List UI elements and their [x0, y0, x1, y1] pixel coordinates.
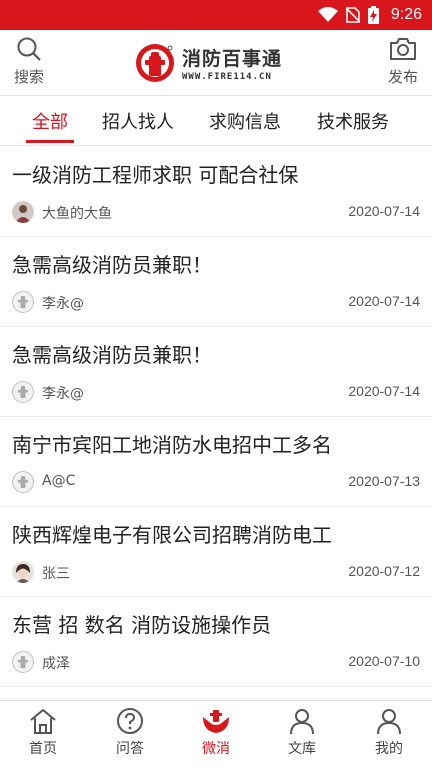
- publish-label: 发布: [387, 68, 418, 86]
- list-item[interactable]: 急需高级消防员兼职！ 李永@ 2020-07-14: [0, 237, 432, 327]
- logo-url: WWW.FIRE114.CN: [182, 72, 272, 82]
- default-avatar-icon: [12, 381, 34, 403]
- person-icon: [290, 709, 314, 735]
- clock: 9:26: [390, 6, 422, 23]
- list-item[interactable]: 一级消防工程师求职 可配合社保 大鱼的大鱼 2020-07-14: [0, 147, 432, 237]
- logo-title: 消防百事通: [182, 48, 283, 70]
- post-title: 急需高级消防员兼职！: [12, 343, 212, 367]
- nav-weixiao-label: 微消: [202, 741, 230, 757]
- post-title: 急需高级消防员兼职！: [12, 253, 212, 277]
- battery-charging-icon: [367, 6, 379, 24]
- list-item[interactable]: 急需高级消防员兼职！ 李永@ 2020-07-14: [0, 327, 432, 417]
- category-tabs: 全部 招人找人 求购信息 技术服务: [0, 96, 432, 146]
- list-item[interactable]: 东营 招 数名 消防设施操作员 成泽 2020-07-10: [0, 597, 432, 687]
- nav-weixiao[interactable]: 微消: [181, 707, 251, 758]
- post-date: 2020-07-12: [348, 563, 420, 579]
- bottom-nav: 首页 问答 微消 文库 我的: [0, 700, 432, 768]
- nav-library[interactable]: 文库: [267, 707, 337, 758]
- post-title: 南宁市宾阳工地消防水电招中工多名: [12, 433, 332, 457]
- publish-button[interactable]: 发布: [378, 36, 428, 92]
- avatar: [12, 561, 34, 583]
- active-tab-indicator: [26, 140, 74, 143]
- wifi-icon: [317, 7, 338, 22]
- post-author: 张三: [42, 566, 70, 582]
- post-date: 2020-07-13: [348, 473, 420, 489]
- search-icon: [17, 37, 41, 61]
- no-sim-icon: [345, 7, 360, 23]
- post-title: 一级消防工程师求职 可配合社保: [12, 163, 299, 187]
- question-icon: [117, 708, 143, 734]
- home-icon: [30, 709, 56, 734]
- hands-icon: [203, 710, 229, 733]
- post-title: 东营 招 数名 消防设施操作员: [12, 613, 272, 637]
- post-date: 2020-07-10: [348, 653, 420, 669]
- list-item[interactable]: 南宁市宾阳工地消防水电招中工多名 A@C 2020-07-13: [0, 417, 432, 507]
- top-header: 搜索 消防百事通 WWW.FIRE114.CN 发布: [0, 30, 432, 96]
- post-title: 陕西辉煌电子有限公司招聘消防电工: [12, 523, 332, 547]
- post-author: 成泽: [42, 656, 70, 672]
- nav-mine[interactable]: 我的: [354, 707, 424, 758]
- camera-icon: [390, 38, 416, 60]
- fire-hydrant-logo-icon: [136, 44, 174, 82]
- default-avatar-icon: [12, 471, 34, 493]
- nav-qa[interactable]: 问答: [95, 707, 165, 758]
- tab-recruit[interactable]: 招人找人: [102, 108, 174, 134]
- post-date: 2020-07-14: [348, 293, 420, 309]
- nav-home[interactable]: 首页: [8, 707, 78, 758]
- post-date: 2020-07-14: [348, 383, 420, 399]
- nav-library-label: 文库: [288, 741, 316, 757]
- default-avatar-icon: [12, 291, 34, 313]
- tab-purchase[interactable]: 求购信息: [209, 108, 281, 134]
- search-button[interactable]: 搜索: [4, 36, 54, 92]
- post-date: 2020-07-14: [348, 203, 420, 219]
- nav-mine-label: 我的: [375, 741, 403, 757]
- nav-home-label: 首页: [29, 741, 57, 757]
- post-author: 李永@: [42, 386, 84, 402]
- post-list: 一级消防工程师求职 可配合社保 大鱼的大鱼 2020-07-14 急需高级消防员…: [0, 147, 432, 699]
- status-bar: 9:26: [0, 0, 432, 30]
- post-author: 李永@: [42, 296, 84, 312]
- app-logo: 消防百事通 WWW.FIRE114.CN: [134, 38, 304, 88]
- post-author: 大鱼的大鱼: [42, 206, 112, 222]
- search-label: 搜索: [13, 68, 44, 86]
- default-avatar-icon: [12, 651, 34, 673]
- list-item[interactable]: 陕西辉煌电子有限公司招聘消防电工 张三 2020-07-12: [0, 507, 432, 597]
- user-icon: [377, 709, 401, 735]
- tab-all[interactable]: 全部: [32, 108, 68, 134]
- tab-tech-service[interactable]: 技术服务: [317, 108, 389, 134]
- nav-qa-label: 问答: [116, 741, 144, 757]
- post-author: A@C: [42, 473, 76, 489]
- avatar: [12, 201, 34, 223]
